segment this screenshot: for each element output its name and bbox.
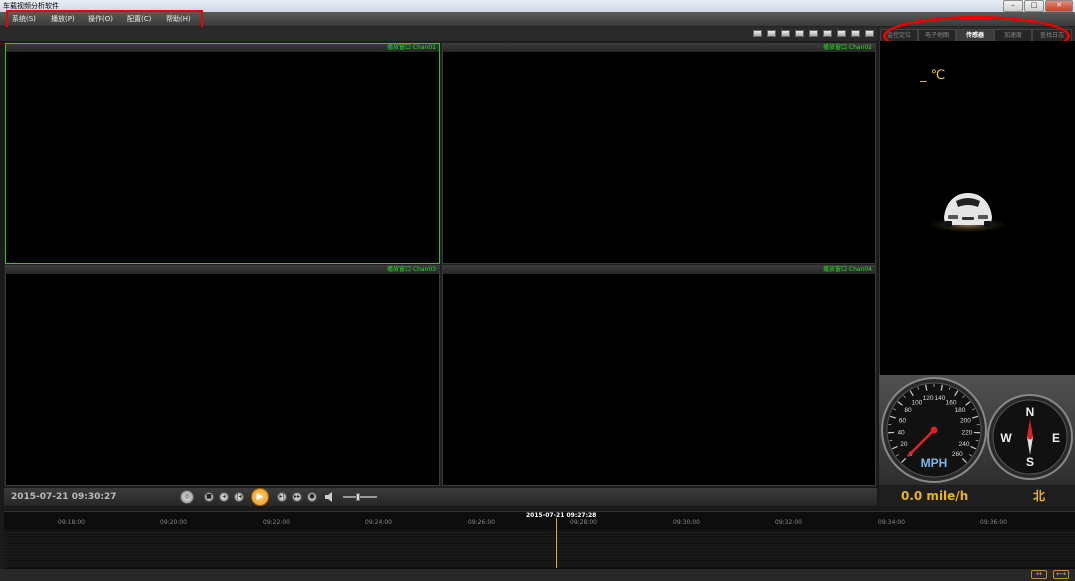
speed-tick-label: 100 [911, 399, 922, 406]
timeline[interactable]: 2015-07-21 09:27:28 09:18:00 09:20:00 09… [4, 511, 1075, 570]
timeline-tick: 09:30:00 [673, 519, 700, 526]
play-icon[interactable]: ▶ [251, 488, 269, 506]
stop-icon[interactable]: ■ [204, 492, 214, 502]
compass-w: W [1000, 431, 1012, 445]
compass-s: S [1026, 455, 1034, 469]
layout-13-icon[interactable] [837, 30, 846, 37]
gauge-panel: 020406080100120140160180200220240260 MPH… [879, 375, 1075, 485]
next-frame-icon[interactable]: ▸| [277, 492, 287, 502]
speed-tick-label: 160 [946, 399, 957, 406]
window-controls: – □ ✕ [1003, 0, 1073, 12]
status-bar: ↔ ⟷ [0, 569, 1075, 581]
video-window-chan02[interactable]: 播放窗口 Chan02 [442, 43, 876, 264]
video-label: 播放窗口 Chan04 [822, 266, 872, 273]
video-grid: 播放窗口 Chan01 播放窗口 Chan02 播放窗口 Chan03 播放窗口… [4, 42, 877, 487]
video-toolbar [0, 27, 878, 41]
temperature-readout: _ ℃ [920, 68, 946, 83]
timeline-tick: 09:24:00 [365, 519, 392, 526]
speed-tick-label: 120 [923, 395, 934, 402]
speed-tick-label: 60 [899, 418, 907, 425]
prev-frame-icon[interactable]: |◂ [234, 492, 244, 502]
video-window-chan04[interactable]: 播放窗口 Chan04 [442, 265, 876, 486]
step-icon[interactable]: ● [307, 492, 317, 502]
speed-tick-label: 80 [904, 407, 912, 414]
layout-16-icon[interactable] [851, 30, 860, 37]
timeline-tick: 09:28:00 [570, 519, 597, 526]
layout-9-icon[interactable] [809, 30, 818, 37]
video-label: 播放窗口 Chan02 [822, 44, 872, 51]
maximize-button[interactable]: □ [1024, 0, 1044, 12]
timeline-tick: 09:32:00 [775, 519, 802, 526]
speed-tick-label: 140 [935, 395, 946, 402]
layout-1-icon[interactable] [753, 30, 762, 37]
speed-readout: 0.0 mile/h [901, 489, 969, 503]
capture-icon[interactable]: ◎ [180, 490, 194, 504]
layout-4-icon[interactable] [767, 30, 776, 37]
timeline-cursor-label: 2015-07-21 09:27:28 [526, 512, 597, 519]
gauges-svg: 020406080100120140160180200220240260 MPH… [881, 377, 1073, 483]
sensor-panel: _ ℃ [879, 41, 1075, 375]
zoom-in-timeline-icon[interactable]: ↔ [1031, 570, 1047, 579]
video-label: 播放窗口 Chan03 [386, 266, 436, 273]
fast-forward-icon[interactable]: ▸▸ [292, 492, 302, 502]
timeline-tick: 09:36:00 [980, 519, 1007, 526]
minimize-button[interactable]: – [1003, 0, 1023, 12]
video-label: 播放窗口 Chan01 [386, 44, 436, 51]
sensor-status: 0.0 mile/h 北 [879, 486, 1075, 506]
timeline-tick: 09:22:00 [263, 519, 290, 526]
timeline-tick: 09:26:00 [468, 519, 495, 526]
speed-tick-label: 240 [959, 441, 970, 448]
layout-8-icon[interactable] [795, 30, 804, 37]
speed-tick-label: 220 [962, 429, 973, 436]
speed-tick-label: 200 [960, 418, 971, 425]
playback-control-bar: 2015-07-21 09:30:27 ◎ ■ ◂ |◂ ▶ ▸| ▸▸ ● [4, 488, 877, 506]
layout-10-icon[interactable] [823, 30, 832, 37]
direction-readout: 北 [1032, 489, 1045, 503]
playback-datetime: 2015-07-21 09:30:27 [11, 492, 117, 502]
rewind-icon[interactable]: ◂ [219, 492, 229, 502]
timeline-cursor[interactable] [556, 518, 557, 568]
volume-slider-track[interactable] [343, 496, 377, 498]
zoom-out-timeline-icon[interactable]: ⟷ [1053, 570, 1069, 579]
speed-tick-label: 20 [900, 441, 908, 448]
video-window-chan01[interactable]: 播放窗口 Chan01 [5, 43, 440, 264]
speed-tick-label: 40 [897, 429, 905, 436]
speed-unit: MPH [921, 456, 948, 470]
fullscreen-icon[interactable] [865, 30, 874, 37]
layout-6-icon[interactable] [781, 30, 790, 37]
speed-tick-label: 180 [955, 407, 966, 414]
car-icon [922, 193, 1014, 234]
compass-e: E [1052, 431, 1060, 445]
timeline-tick: 09:20:00 [160, 519, 187, 526]
volume-slider-handle[interactable] [356, 493, 360, 501]
video-window-chan03[interactable]: 播放窗口 Chan03 [5, 265, 440, 486]
close-button[interactable]: ✕ [1045, 0, 1073, 12]
compass-n: N [1026, 405, 1035, 419]
timeline-tick: 09:34:00 [878, 519, 905, 526]
timeline-track[interactable] [4, 530, 1075, 568]
timeline-tick: 09:18:00 [58, 519, 85, 526]
speaker-icon[interactable] [324, 492, 336, 502]
speed-tick-label: 260 [952, 451, 963, 458]
